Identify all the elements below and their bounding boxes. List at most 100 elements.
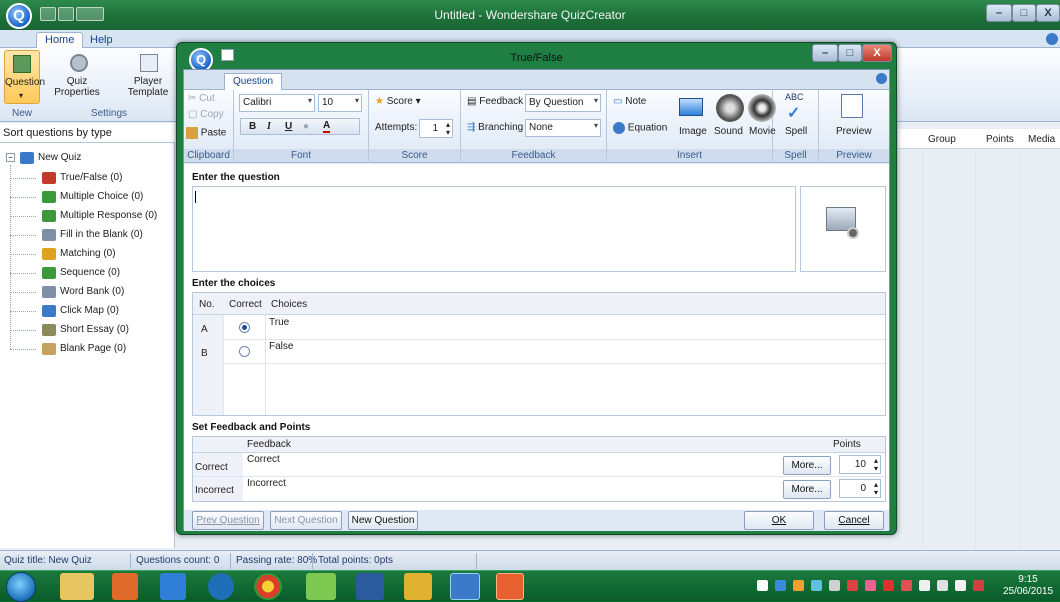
question-media-box[interactable] [800,186,886,272]
tree-item-label: True/False (0) [60,172,123,183]
image-button[interactable]: Image [679,126,707,137]
paste-button[interactable]: Paste [186,127,226,139]
taskbar-quizcreator-icon[interactable] [450,573,480,600]
taskbar-app-icon[interactable] [208,573,234,600]
tray-icon[interactable] [973,580,984,591]
question-button[interactable]: Question ▾ [4,50,45,104]
next-question-button[interactable]: Next Question [270,511,342,530]
minimize-button[interactable]: – [986,4,1012,22]
note-button[interactable]: ▭ Note [613,96,646,107]
taskbar-folder-icon[interactable] [306,573,336,600]
correct-radio-a[interactable] [239,322,250,333]
font-color-button[interactable]: A [323,120,331,133]
tab-home[interactable]: Home [36,32,84,49]
quiz-properties-button[interactable]: Quiz Properties [44,50,110,104]
more-button-correct[interactable]: More... [783,456,831,475]
speaker-icon[interactable] [955,580,966,591]
text-cursor [195,191,196,203]
tab-help[interactable]: Help [82,33,121,48]
copy-button[interactable]: ▢ Copy [188,109,224,120]
help-icon[interactable] [1046,33,1058,45]
ok-button[interactable]: OK [744,511,814,530]
player-template-button[interactable]: Player Template [110,50,174,104]
font-family-select[interactable]: Calibri ▾ [239,94,315,112]
start-button[interactable] [6,572,36,602]
equation-icon [613,122,625,134]
collapse-icon[interactable]: − [6,153,15,162]
points-spinner-correct[interactable]: 10 [839,455,881,474]
sort-header[interactable]: Sort questions by type [0,123,175,143]
italic-button[interactable]: I [267,121,271,132]
dialog-minimize-button[interactable]: – [812,44,838,62]
feedback-text-incorrect[interactable]: Incorrect [247,478,286,489]
choices-section-title: Enter the choices [192,278,276,289]
tray-icon[interactable] [847,580,858,591]
tree-item-label: Matching (0) [60,248,116,259]
taskbar-media-icon[interactable] [112,573,138,600]
cancel-button[interactable]: Cancel [824,511,884,530]
question-type-icon [42,191,56,203]
tray-icon[interactable] [811,580,822,591]
taskbar-chrome-icon[interactable] [254,573,282,600]
more-button-incorrect[interactable]: More... [783,480,831,499]
question-input[interactable] [192,186,796,272]
tray-icon[interactable] [901,580,912,591]
dialog-close-button[interactable]: X [862,44,892,62]
attempts-spinner[interactable]: 1 [419,119,453,138]
spell-button[interactable]: Spell [785,126,807,137]
feedback-select[interactable]: By Question ▾ [525,94,601,112]
bold-button[interactable]: B [249,121,256,132]
image-icon[interactable] [679,98,703,116]
prev-question-button[interactable]: Prev Question [192,511,264,530]
dialog-maximize-button[interactable]: □ [838,44,862,62]
tab-question[interactable]: Question [224,73,283,90]
underline-button[interactable]: U [285,121,292,132]
question-type-icon [42,286,56,298]
score-button[interactable]: ★ Score ▾ [375,96,421,107]
correct-radio-b[interactable] [239,346,250,357]
flag-icon[interactable] [919,580,930,591]
sound-icon[interactable] [716,94,744,122]
network-icon[interactable] [937,580,948,591]
sound-button[interactable]: Sound [714,126,743,137]
tray-icon[interactable] [865,580,876,591]
tray-icon[interactable] [757,580,768,591]
font-size-select[interactable]: 10 ▾ [318,94,362,112]
title-bar: Q Untitled - Wondershare QuizCreator – □… [0,0,1060,30]
tray-icon[interactable] [793,580,804,591]
format-toolbar: B I U ● A [240,118,360,135]
new-question-button[interactable]: New Question [348,511,418,530]
movie-button[interactable]: Movie [749,126,776,137]
choice-text-b[interactable]: False [269,341,293,352]
taskbar-explorer-icon[interactable] [60,573,94,600]
tree-item-label: Sequence (0) [60,267,121,278]
taskbar-word-icon[interactable] [356,573,384,600]
equation-button[interactable]: Equation [613,122,667,134]
movie-icon[interactable] [748,94,776,122]
question-type-icon [42,248,56,260]
branching-select[interactable]: None ▾ [525,119,601,137]
cut-button[interactable]: ✂ Cut [188,93,215,104]
clock[interactable]: 9:15 25/06/2015 [1000,574,1056,598]
taskbar-dropbox-icon[interactable] [160,573,186,600]
preview-button[interactable]: Preview [836,126,872,137]
tray-icon[interactable] [829,580,840,591]
column-media[interactable]: Media [1028,134,1055,145]
feedback-text-correct[interactable]: Correct [247,454,280,465]
reel-icon [847,227,859,239]
column-group[interactable]: Group [928,134,956,145]
tray-icon[interactable] [883,580,894,591]
question-list-header: Group Points Media [898,129,1060,149]
true-false-dialog: Q True/False – □ X Question ✂ Cut ▢ Copy… [176,42,897,535]
column-points[interactable]: Points [986,134,1014,145]
points-spinner-incorrect[interactable]: 0 [839,479,881,498]
taskbar-recorder-icon[interactable] [496,573,524,600]
taskbar-archive-icon[interactable] [404,573,432,600]
close-button[interactable]: X [1036,4,1060,22]
highlight-icon[interactable]: ● [303,121,309,132]
choices-header: No. Correct Choices [193,293,885,315]
dialog-help-icon[interactable] [876,73,887,84]
choice-text-a[interactable]: True [269,317,289,328]
tray-icon[interactable] [775,580,786,591]
maximize-button[interactable]: □ [1012,4,1036,22]
